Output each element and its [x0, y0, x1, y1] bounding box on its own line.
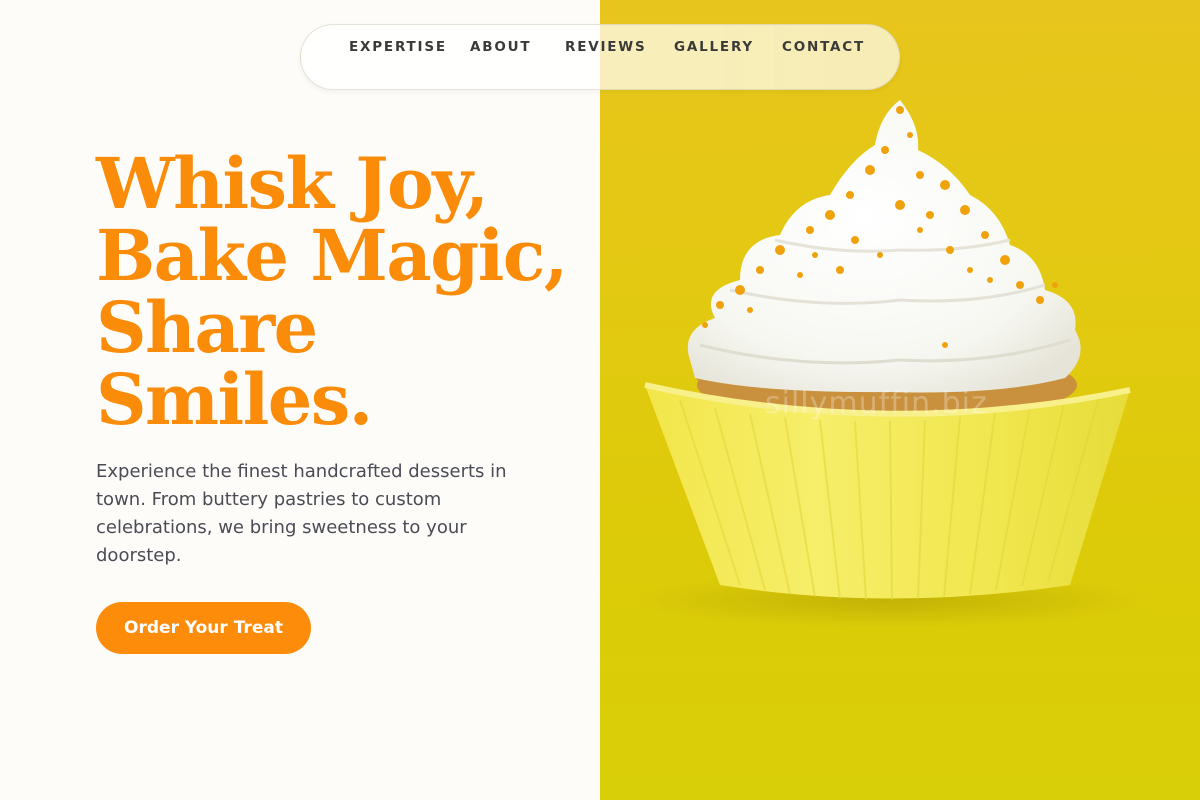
hero-image: sillymuffin.biz — [600, 0, 1200, 800]
nav-item-expertise[interactable]: EXPERTISE — [349, 39, 447, 55]
hero-title-line-4: Smiles. — [96, 358, 373, 441]
watermark-text: sillymuffin.biz — [765, 386, 988, 421]
nav-item-about[interactable]: ABOUT — [470, 39, 531, 55]
hero-title-line-2: Bake Magic, — [96, 214, 568, 297]
nav-item-contact[interactable]: CONTACT — [782, 39, 865, 55]
order-treat-button[interactable]: Order Your Treat — [96, 602, 311, 654]
top-navigation: EXPERTISE ABOUT REVIEWS GALLERY CONTACT — [300, 24, 900, 90]
nav-item-gallery[interactable]: GALLERY — [674, 39, 754, 55]
hero-title-line-3: Share — [96, 286, 318, 369]
hero-description: Experience the finest handcrafted desser… — [96, 461, 507, 566]
nav-item-reviews[interactable]: REVIEWS — [565, 39, 647, 55]
hero-title-line-1: Whisk Joy, — [96, 142, 489, 225]
hero-title: Whisk Joy, Bake Magic, Share Smiles. — [96, 148, 576, 436]
